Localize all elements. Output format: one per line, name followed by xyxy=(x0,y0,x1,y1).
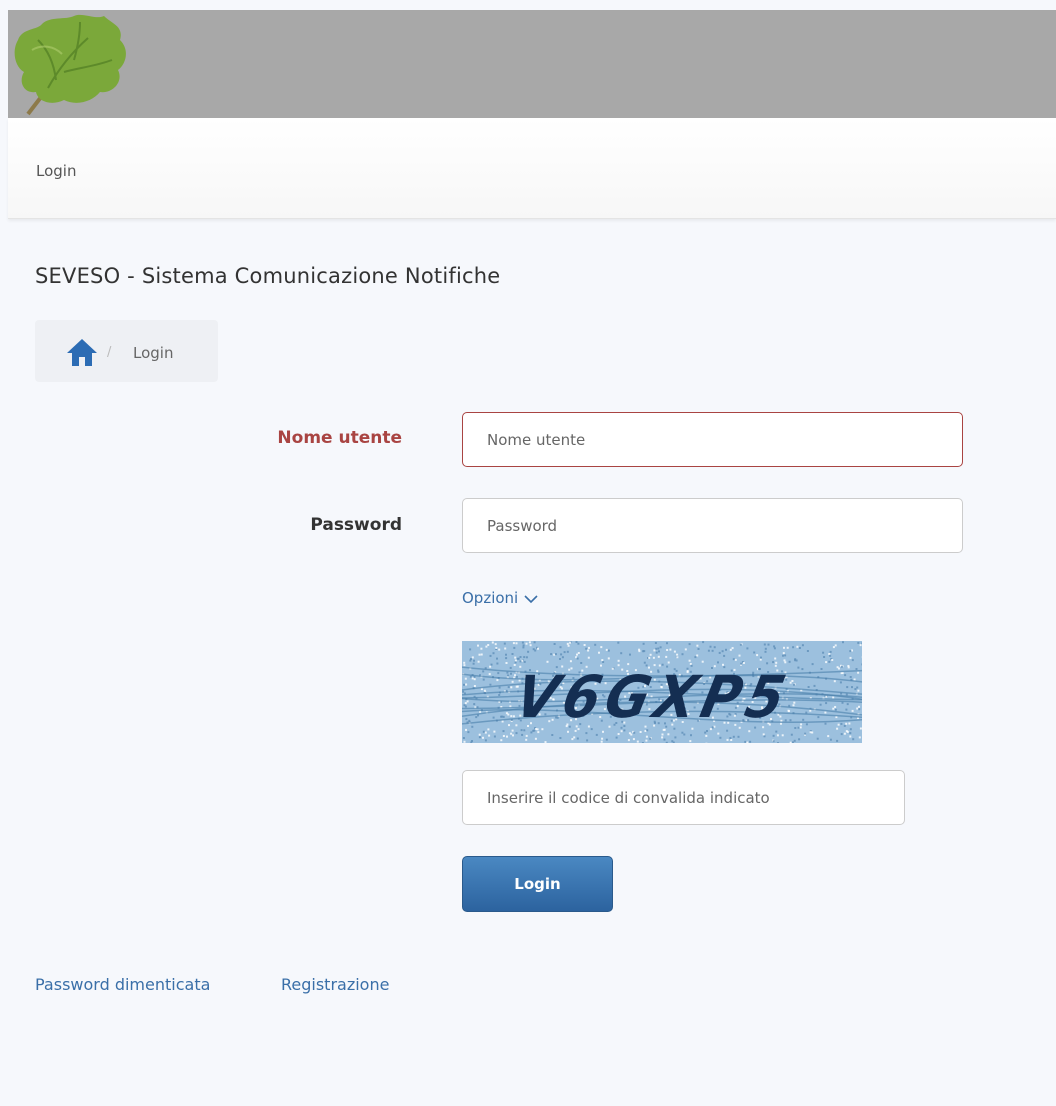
password-label: Password xyxy=(310,515,402,535)
chevron-down-icon xyxy=(524,590,538,608)
page-title: SEVESO - Sistema Comunicazione Notifiche xyxy=(35,264,501,288)
breadcrumb-current: Login xyxy=(133,344,174,362)
top-navbar: Login xyxy=(8,118,1056,219)
captcha-input[interactable] xyxy=(462,770,905,825)
options-label: Opzioni xyxy=(462,589,519,607)
login-button[interactable]: Login xyxy=(462,856,613,912)
nav-login-link[interactable]: Login xyxy=(36,162,76,180)
options-toggle[interactable]: Opzioni xyxy=(462,589,538,608)
breadcrumb-separator: / xyxy=(107,345,112,360)
username-input[interactable] xyxy=(462,412,963,467)
home-icon[interactable] xyxy=(65,337,99,371)
captcha-image: V6GXP5 xyxy=(462,641,862,743)
captcha-code: V6GXP5 xyxy=(509,663,797,731)
password-input[interactable] xyxy=(462,498,963,553)
breadcrumb: / Login xyxy=(35,320,218,382)
register-link[interactable]: Registrazione xyxy=(281,975,389,994)
username-label: Nome utente xyxy=(277,428,402,448)
header-banner xyxy=(8,10,1056,118)
forgot-password-link[interactable]: Password dimenticata xyxy=(35,975,210,994)
leaf-logo-icon xyxy=(14,14,126,116)
